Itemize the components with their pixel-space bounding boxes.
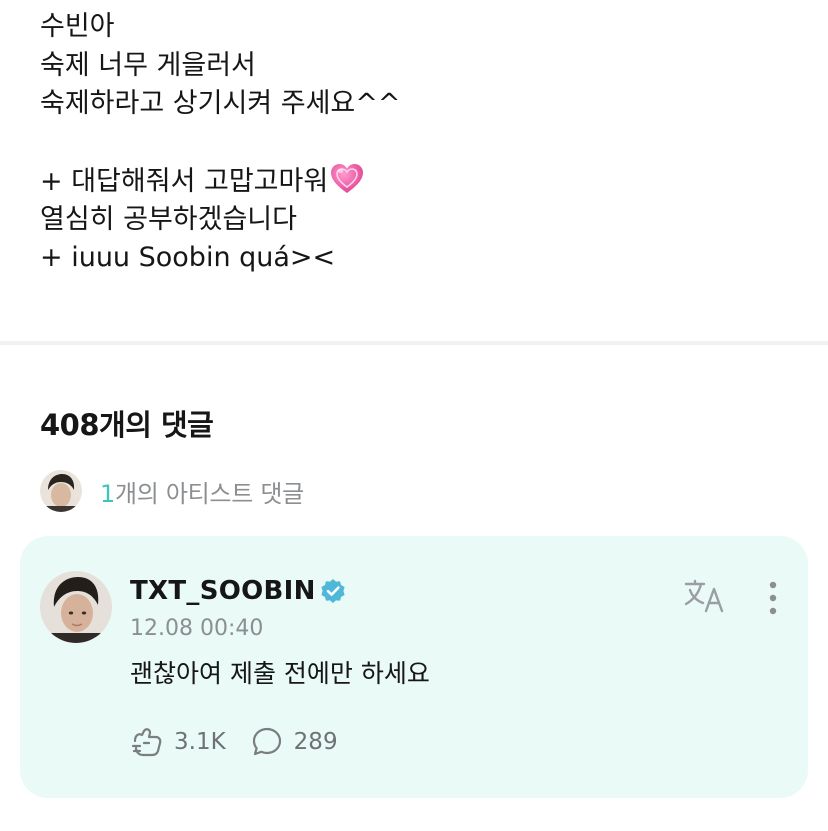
reply-button[interactable]: 289 <box>250 725 338 759</box>
post-line: 숙제 너무 게을러서 <box>40 49 256 81</box>
post-line: 숙제하라고 상기시켜 주세요^^ <box>40 88 401 119</box>
like-icon <box>131 728 162 757</box>
post-line: 열심히 공부하겠습니다 <box>40 203 297 235</box>
comment-text: 괜찮아여 제출 전에만 하세요 <box>130 659 430 688</box>
author-avatar[interactable] <box>40 571 112 643</box>
growing-heart-icon <box>331 164 364 193</box>
reply-icon <box>252 727 281 756</box>
artist-comments-link[interactable]: 1개의 아티스트 댓글 <box>40 470 304 512</box>
more-options-icon[interactable] <box>760 580 786 616</box>
post-page: 수빈아 숙제 너무 게을러서 숙제하라고 상기시켜 주세요^^ + 대답해줘서 … <box>0 0 828 831</box>
like-button[interactable]: 3.1K <box>130 725 226 759</box>
comment-timestamp: 12.08 00:40 <box>130 616 264 641</box>
post-body: 수빈아 숙제 너무 게을러서 숙제하라고 상기시켜 주세요^^ + 대답해줘서 … <box>40 8 800 278</box>
author-name[interactable]: TXT_SOOBIN <box>130 576 316 606</box>
verified-badge-icon <box>321 579 345 603</box>
artist-comments-count: 1 <box>100 479 115 508</box>
post-line-text: + 대답해줘서 고맙고마워 <box>40 166 329 197</box>
like-count: 3.1K <box>174 729 226 755</box>
author-row: TXT_SOOBIN <box>130 574 346 608</box>
artist-comments-label: 1개의 아티스트 댓글 <box>100 474 304 509</box>
section-divider <box>0 341 828 345</box>
reply-count: 289 <box>293 729 338 755</box>
artist-avatar-small <box>40 470 82 512</box>
artist-comment-card[interactable]: TXT_SOOBIN 12.08 00:40 괜찮아여 제출 전에만 하세요 3… <box>20 536 808 798</box>
translate-icon[interactable] <box>684 579 728 613</box>
comment-count-heading: 408개의 댓글 <box>40 408 214 442</box>
post-line: 수빈아 <box>40 11 115 42</box>
post-line <box>40 124 800 163</box>
post-line: + iuuu Soobin quá>< <box>40 242 336 273</box>
post-line-with-heart: + 대답해줘서 고맙고마워 <box>40 162 800 201</box>
comment-actions: 3.1K 289 <box>130 724 338 760</box>
artist-comments-text: 개의 아티스트 댓글 <box>114 479 304 508</box>
